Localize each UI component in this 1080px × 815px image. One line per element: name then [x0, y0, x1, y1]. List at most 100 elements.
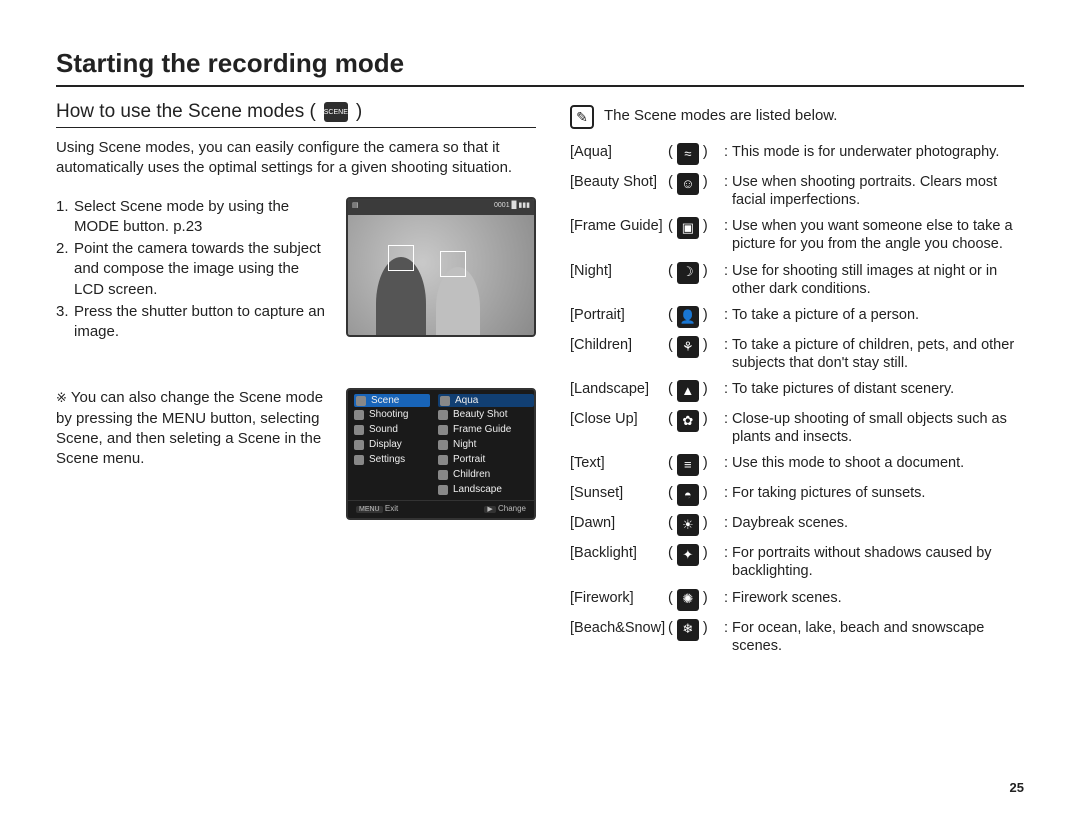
lcd-preview-illustration: ▤0001 █ ▮▮▮ [346, 197, 536, 337]
page-number: 25 [1010, 780, 1024, 795]
scene-description: :For ocean, lake, beach and snowscape sc… [724, 619, 1024, 655]
scene-label: [Portrait] [570, 306, 668, 324]
scene-description: :Firework scenes. [724, 589, 1024, 607]
scene-description: :To take pictures of distant scenery. [724, 380, 1024, 398]
scene-mode-icon: ✺ [677, 589, 699, 611]
menu-left-icon [354, 440, 364, 450]
scene-icon-wrap: (👤) [668, 306, 724, 328]
menu-right-icon [440, 396, 450, 406]
scene-row: [Text](≡):Use this mode to shoot a docum… [570, 454, 1024, 476]
scene-mode-icon: SCENE [324, 102, 348, 122]
scene-mode-icon: ⚘ [677, 336, 699, 358]
menu-left-icon [354, 425, 364, 435]
scene-label: [Landscape] [570, 380, 668, 398]
scene-row: [Children](⚘):To take a picture of child… [570, 336, 1024, 372]
step-text: Point the camera towards the subject and… [74, 239, 332, 300]
scene-icon-wrap: (❄) [668, 619, 724, 641]
step-number: 1. [56, 197, 74, 238]
step-text: Press the shutter button to capture an i… [74, 302, 332, 343]
menu-right-icon [438, 440, 448, 450]
menu-left-icon [354, 455, 364, 465]
page-title: Starting the recording mode [56, 48, 1024, 87]
scene-row: [Frame Guide](▣):Use when you want someo… [570, 217, 1024, 253]
scene-icon-wrap: (☀) [668, 514, 724, 536]
scene-row: [Dawn](☀):Daybreak scenes. [570, 514, 1024, 536]
menu-key-icon: MENU [356, 506, 383, 513]
subtitle-text: How to use the Scene modes ( [56, 101, 316, 123]
scene-mode-icon: ≈ [677, 143, 699, 165]
scene-mode-icon: ☀ [677, 514, 699, 536]
scene-icon-wrap: (▲) [668, 380, 724, 402]
scene-label: [Children] [570, 336, 668, 354]
menu-left-icon [354, 410, 364, 420]
scene-mode-icon: ✿ [677, 410, 699, 432]
scene-description: :Use when shooting portraits. Clears mos… [724, 173, 1024, 209]
scene-icon-wrap: (≈) [668, 143, 724, 165]
step-number: 2. [56, 239, 74, 300]
scene-description: :For portraits without shadows caused by… [724, 544, 1024, 580]
scene-mode-table: [Aqua](≈):This mode is for underwater ph… [570, 143, 1024, 655]
scene-row: [Beach&Snow](❄):For ocean, lake, beach a… [570, 619, 1024, 655]
step-text: Select Scene mode by using the MODE butt… [74, 197, 332, 238]
scene-label: [Backlight] [570, 544, 668, 562]
scene-icon-wrap: (✿) [668, 410, 724, 432]
scene-mode-icon: ▣ [677, 217, 699, 239]
menu-left-icon [356, 396, 366, 406]
footnote-text: ※You can also change the Scene mode by p… [56, 388, 332, 469]
scene-mode-icon: ❄ [677, 619, 699, 641]
scene-description: :For taking pictures of sunsets. [724, 484, 1024, 502]
scene-label: [Dawn] [570, 514, 668, 532]
scene-label: [Beauty Shot] [570, 173, 668, 191]
scene-icon-wrap: (☽) [668, 262, 724, 284]
scene-label: [Aqua] [570, 143, 668, 161]
scene-label: [Sunset] [570, 484, 668, 502]
scene-icon-wrap: (◓) [668, 484, 724, 506]
menu-right-icon [438, 410, 448, 420]
scene-list-heading: The Scene modes are listed below. [604, 105, 837, 124]
scene-description: :Daybreak scenes. [724, 514, 1024, 532]
scene-row: [Backlight](✦):For portraits without sha… [570, 544, 1024, 580]
scene-icon-wrap: (✦) [668, 544, 724, 566]
scene-label: [Firework] [570, 589, 668, 607]
step-list: 1.Select Scene mode by using the MODE bu… [56, 197, 332, 345]
scene-description: :Use for shooting still images at night … [724, 262, 1024, 298]
scene-mode-icon: ≡ [677, 454, 699, 476]
scene-description: :This mode is for underwater photography… [724, 143, 1024, 161]
scene-icon-wrap: (☺) [668, 173, 724, 195]
step-number: 3. [56, 302, 74, 343]
scene-label: [Night] [570, 262, 668, 280]
left-column: How to use the Scene modes ( SCENE ) Usi… [56, 101, 536, 663]
scene-row: [Night](☽):Use for shooting still images… [570, 262, 1024, 298]
scene-row: [Close Up](✿):Close-up shooting of small… [570, 410, 1024, 446]
menu-key-icon: ▶ [484, 506, 495, 513]
menu-right-icon [438, 470, 448, 480]
scene-description: :To take a picture of children, pets, an… [724, 336, 1024, 372]
scene-mode-icon: ☺ [677, 173, 699, 195]
scene-icon-wrap: (≡) [668, 454, 724, 476]
scene-label: [Frame Guide] [570, 217, 668, 235]
menu-right-icon [438, 485, 448, 495]
menu-screenshot-illustration: Scene Shooting Sound Display Settings Aq… [346, 388, 536, 520]
scene-description: :Use when you want someone else to take … [724, 217, 1024, 253]
scene-row: [Aqua](≈):This mode is for underwater ph… [570, 143, 1024, 165]
scene-icon-wrap: (✺) [668, 589, 724, 611]
scene-mode-icon: ▲ [677, 380, 699, 402]
menu-right-icon [438, 455, 448, 465]
intro-paragraph: Using Scene modes, you can easily config… [56, 138, 536, 179]
scene-description: :Use this mode to shoot a document. [724, 454, 1024, 472]
note-icon: ✎ [570, 105, 594, 129]
section-subtitle: How to use the Scene modes ( SCENE ) [56, 101, 536, 128]
scene-row: [Beauty Shot](☺):Use when shooting portr… [570, 173, 1024, 209]
scene-description: :Close-up shooting of small objects such… [724, 410, 1024, 446]
scene-label: [Close Up] [570, 410, 668, 428]
scene-mode-icon: 👤 [677, 306, 699, 328]
menu-right-icon [438, 425, 448, 435]
scene-row: [Landscape](▲):To take pictures of dista… [570, 380, 1024, 402]
scene-mode-icon: ◓ [677, 484, 699, 506]
scene-mode-icon: ✦ [677, 544, 699, 566]
scene-mode-icon: ☽ [677, 262, 699, 284]
right-column: ✎ The Scene modes are listed below. [Aqu… [570, 101, 1024, 663]
scene-icon-wrap: (▣) [668, 217, 724, 239]
scene-icon-wrap: (⚘) [668, 336, 724, 358]
scene-label: [Beach&Snow] [570, 619, 668, 637]
